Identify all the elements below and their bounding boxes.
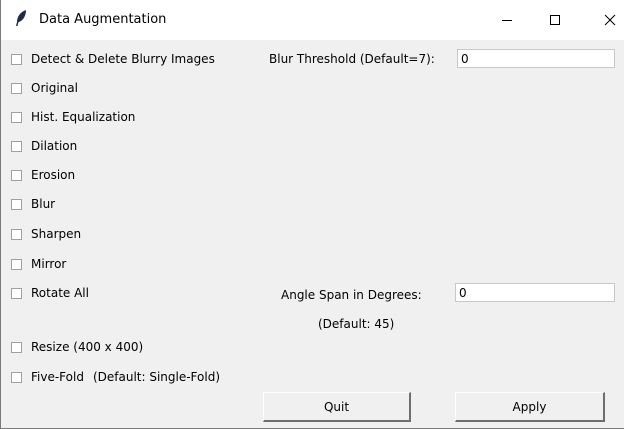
maximize-icon <box>550 15 560 25</box>
checkbox-label: Detect & Delete Blurry Images <box>31 52 215 66</box>
checkbox-detect-blurry[interactable]: Detect & Delete Blurry Images <box>11 50 215 68</box>
checkbox-blur[interactable]: Blur <box>11 195 55 213</box>
checkbox-box[interactable] <box>11 371 22 383</box>
checkbox-original[interactable]: Original <box>11 79 78 97</box>
five-fold-note: (Default: Single-Fold) <box>92 370 221 384</box>
checkbox-rotate-all[interactable]: Rotate All <box>11 284 89 302</box>
checkbox-label: Resize (400 x 400) <box>31 340 144 354</box>
checkbox-box[interactable] <box>11 228 22 240</box>
checkbox-box[interactable] <box>11 169 22 181</box>
checkbox-dilation[interactable]: Dilation <box>11 137 77 155</box>
checkbox-box[interactable] <box>11 341 22 353</box>
checkbox-box[interactable] <box>11 198 22 210</box>
minimize-button[interactable] <box>484 0 530 40</box>
checkbox-label: Erosion <box>31 168 76 182</box>
main-panel: Detect & Delete Blurry Images Blur Thres… <box>1 40 624 429</box>
checkbox-resize[interactable]: Resize (400 x 400) <box>11 338 143 356</box>
checkbox-label: Mirror <box>31 257 67 271</box>
app-window: Data Augmentation Detect & Delete Blurry… <box>0 0 624 429</box>
checkbox-box[interactable] <box>11 140 22 152</box>
blur-threshold-label: Blur Threshold (Default=7): <box>269 52 435 66</box>
checkbox-box[interactable] <box>11 258 22 270</box>
checkbox-label: Dilation <box>31 139 78 153</box>
checkbox-label: Hist. Equalization <box>31 110 136 124</box>
maximize-button[interactable] <box>532 0 578 40</box>
quit-button[interactable]: Quit <box>263 392 411 422</box>
checkbox-label: Five-Fold <box>31 370 84 384</box>
checkbox-label: Rotate All <box>31 286 89 300</box>
blur-threshold-input[interactable] <box>457 49 615 68</box>
checkbox-label: Sharpen <box>31 227 82 241</box>
checkbox-box[interactable] <box>11 53 22 65</box>
checkbox-label: Blur <box>31 197 56 211</box>
close-icon <box>604 14 616 26</box>
title-bar[interactable]: Data Augmentation <box>1 0 624 40</box>
window-title: Data Augmentation <box>39 12 167 27</box>
checkbox-box[interactable] <box>11 287 22 299</box>
close-button[interactable] <box>595 0 624 40</box>
checkbox-erosion[interactable]: Erosion <box>11 166 75 184</box>
minimize-icon <box>502 20 512 21</box>
apply-button[interactable]: Apply <box>455 392 605 422</box>
checkbox-hist-equalization[interactable]: Hist. Equalization <box>11 108 135 126</box>
feather-icon <box>16 10 26 26</box>
angle-span-input[interactable] <box>455 283 615 302</box>
checkbox-five-fold[interactable]: Five-Fold (Default: Single-Fold) <box>11 368 220 386</box>
checkbox-box[interactable] <box>11 111 22 123</box>
checkbox-mirror[interactable]: Mirror <box>11 255 66 273</box>
checkbox-sharpen[interactable]: Sharpen <box>11 225 81 243</box>
checkbox-box[interactable] <box>11 82 22 94</box>
checkbox-label: Original <box>31 81 78 95</box>
angle-span-label: Angle Span in Degrees: <box>281 288 422 302</box>
angle-default-note: (Default: 45) <box>318 317 395 331</box>
